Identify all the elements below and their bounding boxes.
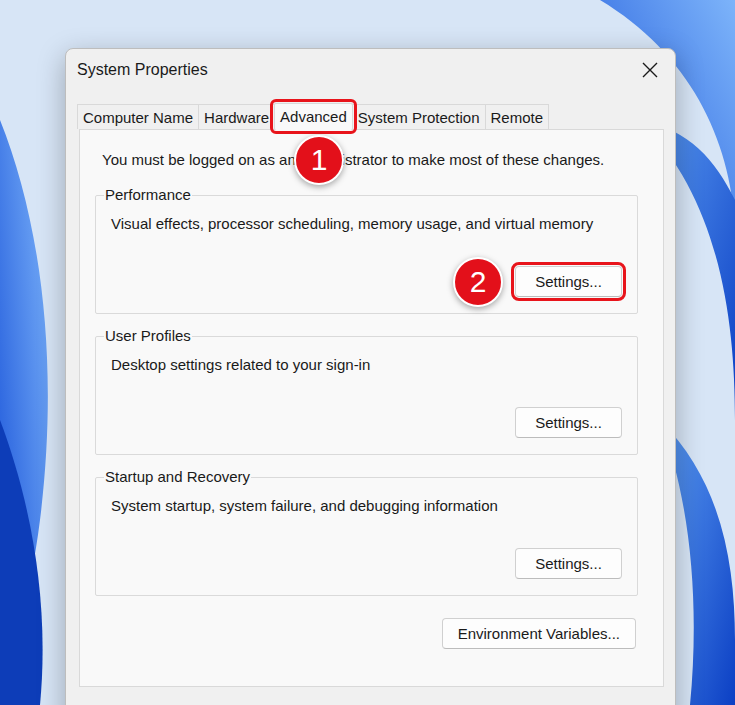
group-actions: Settings... — [111, 548, 622, 579]
tab[interactable]: Computer Name — [77, 104, 199, 129]
settings-button[interactable]: Settings... — [515, 407, 622, 438]
tab[interactable]: System Protection — [352, 104, 486, 129]
group-description: System startup, system failure, and debu… — [111, 496, 622, 516]
group-description: Desktop settings related to your sign-in — [111, 355, 622, 375]
settings-button[interactable]: Settings... — [515, 266, 622, 297]
tab-bar: Computer Name Hardware Advanced1 System Pro… — [66, 103, 675, 129]
group-description: Visual effects, processor scheduling, me… — [111, 214, 622, 234]
group-title: Startup and Recovery — [104, 467, 251, 487]
tab-panel: You must be logged on as an Administrato… — [79, 129, 664, 687]
tab-label[interactable]: Remote — [491, 109, 544, 126]
tab-label[interactable]: System Protection — [358, 109, 480, 126]
desktop: System Properties Computer Name Hardware Ad… — [0, 0, 735, 705]
window-title: System Properties — [77, 61, 208, 79]
settings-button[interactable]: Settings... — [515, 548, 622, 579]
title-bar: System Properties — [66, 49, 675, 91]
settings-button-wrap: 2Settings... — [515, 266, 622, 297]
tab-label[interactable]: Computer Name — [83, 109, 193, 126]
group-box: Performance Visual effects, processor sch… — [95, 185, 638, 314]
settings-button-wrap: Settings... — [515, 548, 622, 579]
tab-label[interactable]: Hardware — [204, 109, 269, 126]
tab[interactable]: Remote — [485, 104, 550, 129]
tab[interactable]: Hardware — [198, 104, 275, 129]
group-box: User Profiles Desktop settings related to… — [95, 326, 638, 455]
callout-badge: 1 — [294, 135, 344, 185]
close-icon[interactable] — [641, 61, 659, 79]
admin-notice: You must be logged on as an Administrato… — [95, 150, 638, 170]
footer: Environment Variables... — [95, 618, 638, 649]
group-box: Startup and Recovery System startup, syst… — [95, 467, 638, 596]
tab[interactable]: Advanced1 — [274, 103, 353, 130]
callout-badge: 2 — [453, 257, 503, 307]
group-actions: 2Settings... — [111, 266, 622, 297]
group-title: Performance — [104, 185, 192, 205]
tab-label[interactable]: Advanced — [280, 108, 347, 125]
settings-button-wrap: Settings... — [515, 407, 622, 438]
system-properties-window: System Properties Computer Name Hardware Ad… — [65, 48, 676, 705]
environment-variables-button[interactable]: Environment Variables... — [442, 618, 636, 649]
group-actions: Settings... — [111, 407, 622, 438]
group-title: User Profiles — [104, 326, 192, 346]
